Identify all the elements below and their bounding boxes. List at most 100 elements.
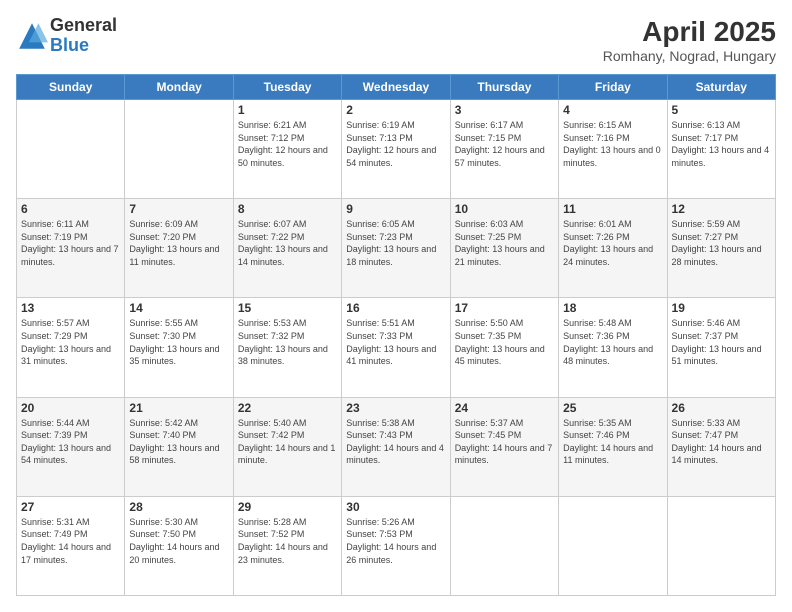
logo-blue: Blue: [50, 36, 117, 56]
day-info: Sunrise: 6:03 AM Sunset: 7:25 PM Dayligh…: [455, 218, 554, 268]
day-info: Sunrise: 5:59 AM Sunset: 7:27 PM Dayligh…: [672, 218, 771, 268]
day-info: Sunrise: 5:44 AM Sunset: 7:39 PM Dayligh…: [21, 417, 120, 467]
calendar-cell: 18 Sunrise: 5:48 AM Sunset: 7:36 PM Dayli…: [559, 298, 667, 397]
calendar-cell: [559, 496, 667, 595]
calendar-cell: 26 Sunrise: 5:33 AM Sunset: 7:47 PM Dayli…: [667, 397, 775, 496]
calendar-cell: [667, 496, 775, 595]
week-row-4: 20 Sunrise: 5:44 AM Sunset: 7:39 PM Dayli…: [17, 397, 776, 496]
day-info: Sunrise: 5:33 AM Sunset: 7:47 PM Dayligh…: [672, 417, 771, 467]
calendar-cell: 12 Sunrise: 5:59 AM Sunset: 7:27 PM Dayli…: [667, 199, 775, 298]
day-header-tuesday: Tuesday: [233, 75, 341, 100]
calendar-cell: 4 Sunrise: 6:15 AM Sunset: 7:16 PM Daylig…: [559, 100, 667, 199]
day-number: 14: [129, 301, 228, 315]
calendar: SundayMondayTuesdayWednesdayThursdayFrid…: [16, 74, 776, 596]
day-number: 18: [563, 301, 662, 315]
calendar-cell: 14 Sunrise: 5:55 AM Sunset: 7:30 PM Dayli…: [125, 298, 233, 397]
calendar-cell: 2 Sunrise: 6:19 AM Sunset: 7:13 PM Daylig…: [342, 100, 450, 199]
day-header-monday: Monday: [125, 75, 233, 100]
calendar-cell: 25Sunrise: 5:35 AM Sunset: 7:46 PM Dayli…: [559, 397, 667, 496]
logo: General Blue: [16, 16, 117, 56]
day-info: Sunrise: 6:13 AM Sunset: 7:17 PM Dayligh…: [672, 119, 771, 169]
day-number: 23: [346, 401, 445, 415]
day-info: Sunrise: 6:07 AM Sunset: 7:22 PM Dayligh…: [238, 218, 337, 268]
calendar-cell: 19Sunrise: 5:46 AM Sunset: 7:37 PM Dayli…: [667, 298, 775, 397]
calendar-cell: 16 Sunrise: 5:51 AM Sunset: 7:33 PM Dayli…: [342, 298, 450, 397]
day-number: 22: [238, 401, 337, 415]
day-info: Sunrise: 6:05 AM Sunset: 7:23 PM Dayligh…: [346, 218, 445, 268]
day-info: Sunrise: 5:40 AM Sunset: 7:42 PM Dayligh…: [238, 417, 337, 467]
day-info: Sunrise: 5:51 AM Sunset: 7:33 PM Dayligh…: [346, 317, 445, 367]
day-number: 25: [563, 401, 662, 415]
calendar-cell: 21 Sunrise: 5:42 AM Sunset: 7:40 PM Dayli…: [125, 397, 233, 496]
day-number: 6: [21, 202, 120, 216]
day-info: Sunrise: 6:15 AM Sunset: 7:16 PM Dayligh…: [563, 119, 662, 169]
calendar-cell: 11 Sunrise: 6:01 AM Sunset: 7:26 PM Dayli…: [559, 199, 667, 298]
day-info: Sunrise: 6:17 AM Sunset: 7:15 PM Dayligh…: [455, 119, 554, 169]
calendar-cell: [450, 496, 558, 595]
calendar-cell: 23 Sunrise: 5:38 AM Sunset: 7:43 PM Dayli…: [342, 397, 450, 496]
day-info: Sunrise: 6:19 AM Sunset: 7:13 PM Dayligh…: [346, 119, 445, 169]
day-number: 2: [346, 103, 445, 117]
day-info: Sunrise: 6:11 AM Sunset: 7:19 PM Dayligh…: [21, 218, 120, 268]
day-info: Sunrise: 5:57 AM Sunset: 7:29 PM Dayligh…: [21, 317, 120, 367]
logo-text: General Blue: [50, 16, 117, 56]
location: Romhany, Nograd, Hungary: [603, 48, 776, 64]
day-number: 19: [672, 301, 771, 315]
calendar-cell: 7Sunrise: 6:09 AM Sunset: 7:20 PM Daylig…: [125, 199, 233, 298]
calendar-cell: [17, 100, 125, 199]
calendar-cell: 15 Sunrise: 5:53 AM Sunset: 7:32 PM Dayli…: [233, 298, 341, 397]
day-number: 12: [672, 202, 771, 216]
day-number: 4: [563, 103, 662, 117]
day-info: Sunrise: 5:53 AM Sunset: 7:32 PM Dayligh…: [238, 317, 337, 367]
calendar-cell: 29 Sunrise: 5:28 AM Sunset: 7:52 PM Dayli…: [233, 496, 341, 595]
day-header-wednesday: Wednesday: [342, 75, 450, 100]
header-row: SundayMondayTuesdayWednesdayThursdayFrid…: [17, 75, 776, 100]
month-title: April 2025: [603, 16, 776, 48]
day-info: Sunrise: 5:28 AM Sunset: 7:52 PM Dayligh…: [238, 516, 337, 566]
day-number: 10: [455, 202, 554, 216]
title-area: April 2025 Romhany, Nograd, Hungary: [603, 16, 776, 64]
day-number: 1: [238, 103, 337, 117]
calendar-cell: 10 Sunrise: 6:03 AM Sunset: 7:25 PM Dayli…: [450, 199, 558, 298]
day-info: Sunrise: 5:30 AM Sunset: 7:50 PM Dayligh…: [129, 516, 228, 566]
day-info: Sunrise: 5:26 AM Sunset: 7:53 PM Dayligh…: [346, 516, 445, 566]
week-row-2: 6 Sunrise: 6:11 AM Sunset: 7:19 PM Daylig…: [17, 199, 776, 298]
page: General Blue April 2025 Romhany, Nograd,…: [0, 0, 792, 612]
day-number: 5: [672, 103, 771, 117]
day-info: Sunrise: 5:37 AM Sunset: 7:45 PM Dayligh…: [455, 417, 554, 467]
day-number: 26: [672, 401, 771, 415]
day-number: 24: [455, 401, 554, 415]
day-info: Sunrise: 6:21 AM Sunset: 7:12 PM Dayligh…: [238, 119, 337, 169]
day-number: 8: [238, 202, 337, 216]
day-number: 27: [21, 500, 120, 514]
day-number: 16: [346, 301, 445, 315]
day-info: Sunrise: 5:48 AM Sunset: 7:36 PM Dayligh…: [563, 317, 662, 367]
day-info: Sunrise: 5:50 AM Sunset: 7:35 PM Dayligh…: [455, 317, 554, 367]
day-number: 21: [129, 401, 228, 415]
day-info: Sunrise: 5:55 AM Sunset: 7:30 PM Dayligh…: [129, 317, 228, 367]
day-number: 29: [238, 500, 337, 514]
day-number: 3: [455, 103, 554, 117]
week-row-5: 27 Sunrise: 5:31 AM Sunset: 7:49 PM Dayli…: [17, 496, 776, 595]
day-info: Sunrise: 6:09 AM Sunset: 7:20 PM Dayligh…: [129, 218, 228, 268]
day-info: Sunrise: 5:38 AM Sunset: 7:43 PM Dayligh…: [346, 417, 445, 467]
calendar-cell: 17 Sunrise: 5:50 AM Sunset: 7:35 PM Dayli…: [450, 298, 558, 397]
day-number: 9: [346, 202, 445, 216]
day-header-thursday: Thursday: [450, 75, 558, 100]
day-number: 17: [455, 301, 554, 315]
day-info: Sunrise: 5:31 AM Sunset: 7:49 PM Dayligh…: [21, 516, 120, 566]
calendar-cell: 5 Sunrise: 6:13 AM Sunset: 7:17 PM Daylig…: [667, 100, 775, 199]
day-number: 15: [238, 301, 337, 315]
calendar-cell: 6 Sunrise: 6:11 AM Sunset: 7:19 PM Daylig…: [17, 199, 125, 298]
calendar-cell: 28Sunrise: 5:30 AM Sunset: 7:50 PM Dayli…: [125, 496, 233, 595]
day-header-sunday: Sunday: [17, 75, 125, 100]
day-number: 11: [563, 202, 662, 216]
calendar-cell: 20 Sunrise: 5:44 AM Sunset: 7:39 PM Dayli…: [17, 397, 125, 496]
day-number: 20: [21, 401, 120, 415]
day-info: Sunrise: 5:42 AM Sunset: 7:40 PM Dayligh…: [129, 417, 228, 467]
calendar-cell: 13Sunrise: 5:57 AM Sunset: 7:29 PM Dayli…: [17, 298, 125, 397]
week-row-1: 1 Sunrise: 6:21 AM Sunset: 7:12 PM Daylig…: [17, 100, 776, 199]
day-info: Sunrise: 6:01 AM Sunset: 7:26 PM Dayligh…: [563, 218, 662, 268]
calendar-cell: 24 Sunrise: 5:37 AM Sunset: 7:45 PM Dayli…: [450, 397, 558, 496]
calendar-cell: [125, 100, 233, 199]
